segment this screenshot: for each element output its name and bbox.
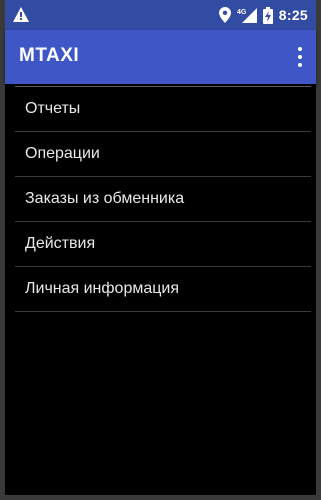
menu-item-reports[interactable]: Отчеты [15,86,311,131]
menu-item-operations[interactable]: Операции [15,131,311,176]
status-icons: 4G 8:25 [218,0,308,30]
menu-item-exchange-orders[interactable]: Заказы из обменника [15,176,311,221]
location-icon [218,7,231,23]
main-menu: Отчеты Операции Заказы из обменника Дейс… [15,86,311,312]
menu-item-personal-info[interactable]: Личная информация [15,266,311,311]
status-bar: 4G 8:25 [5,0,316,30]
battery-charging-icon [262,6,273,24]
overflow-dot [298,55,302,59]
warning-icon [13,7,29,22]
menu-item-label: Личная информация [25,280,180,297]
app-bar: MTAXI [5,30,316,84]
signal-icon: 4G [237,8,257,23]
menu-item-label: Действия [25,235,96,252]
menu-divider [15,311,311,312]
overflow-dot [298,63,302,67]
menu-item-label: Заказы из обменника [25,190,185,207]
app-title: MTAXI [19,45,80,66]
menu-item-label: Операции [25,145,100,162]
overflow-menu-icon[interactable] [294,45,306,69]
menu-item-actions[interactable]: Действия [15,221,311,266]
overflow-dot [298,47,302,51]
network-type-label: 4G [237,9,247,16]
status-time: 8:25 [278,7,308,23]
menu-item-label: Отчеты [25,100,81,117]
